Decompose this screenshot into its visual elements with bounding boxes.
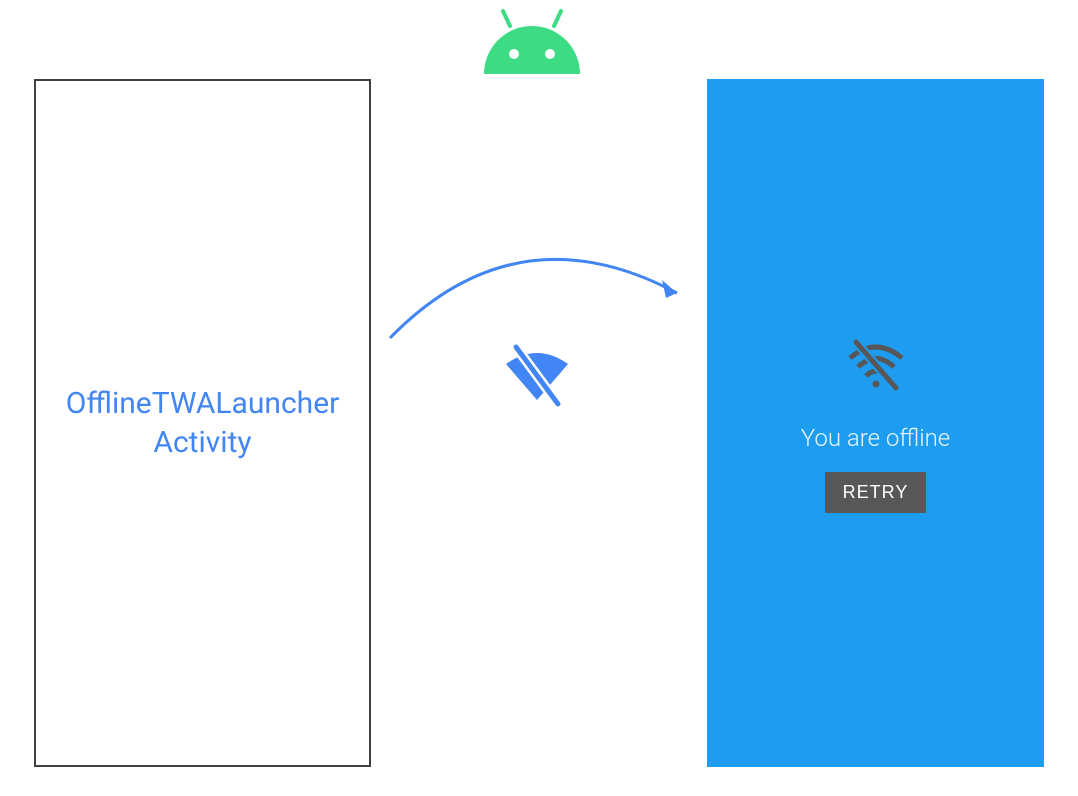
left-activity-panel: OfflineTWALauncher Activity	[34, 79, 371, 767]
wifi-off-icon	[846, 334, 906, 394]
offline-screen-panel: You are offline RETRY	[707, 79, 1044, 767]
retry-button[interactable]: RETRY	[825, 472, 927, 513]
offline-message: You are offline	[801, 424, 950, 452]
wifi-off-center-icon	[498, 338, 576, 416]
transition-arrow-icon	[382, 238, 692, 340]
activity-label-line2: Activity	[153, 425, 251, 460]
activity-label: OfflineTWALauncher Activity	[66, 384, 340, 462]
activity-label-line1: OfflineTWALauncher	[66, 386, 340, 421]
android-logo-icon	[476, 4, 588, 76]
